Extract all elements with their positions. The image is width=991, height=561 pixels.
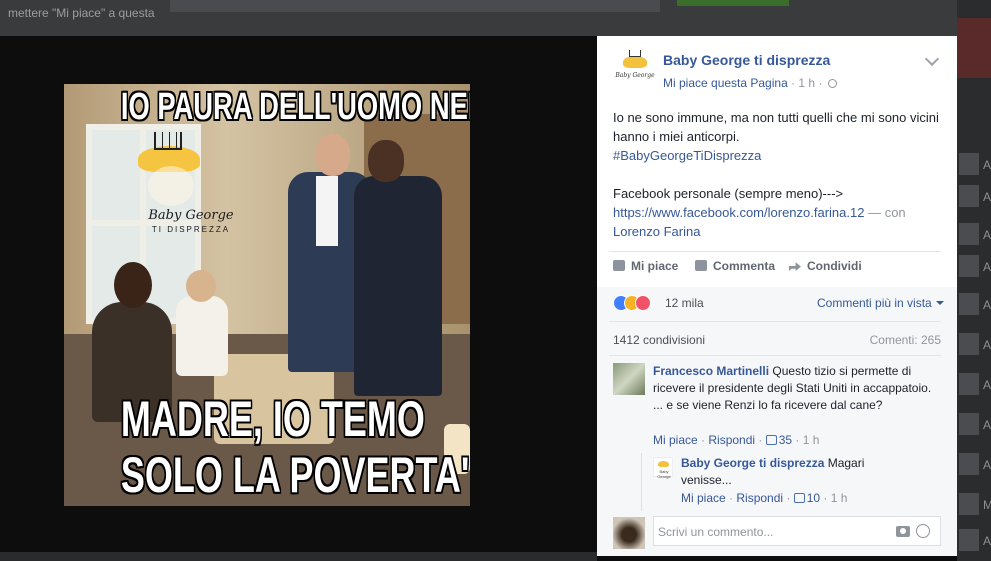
background-search-area: [170, 0, 660, 12]
post-feedback: 12 mila Commenti più in vista 1412 condi…: [597, 287, 957, 556]
comment-likes-count[interactable]: 35: [765, 433, 792, 447]
crown-icon: [154, 132, 182, 150]
background-right-sidebar: A A A A A A A A A M A: [957, 0, 991, 561]
comment-author-link[interactable]: Francesco Martinelli: [653, 364, 769, 378]
divider: [609, 251, 941, 252]
commenter-avatar[interactable]: [613, 363, 645, 395]
share-button[interactable]: Condividi: [789, 259, 862, 273]
post-text: Io ne sono immune, ma non tutti quelli c…: [613, 110, 939, 239]
post-actions: Mi piace Commenta Condividi: [613, 257, 943, 279]
comment-icon: [695, 260, 707, 271]
background-chat-contact: A: [957, 220, 991, 250]
background-chat-contact: A: [957, 290, 991, 320]
reply-author-avatar[interactable]: Baby George: [653, 457, 673, 479]
background-chat-contact: A: [957, 370, 991, 400]
comment-like-link[interactable]: Mi piace: [653, 433, 698, 447]
comment-input-placeholder: Scrivi un commento...: [658, 525, 774, 539]
meme-bottom-caption-line1: MADRE, IO TEMO: [120, 391, 425, 447]
meme-top-caption: IO PAURA DELL'UOMO NERO?: [120, 86, 470, 128]
reply-comment: Baby George ti disprezza Magari venisse.…: [681, 456, 865, 487]
globe-icon: [827, 79, 837, 88]
camera-icon[interactable]: [896, 526, 910, 537]
background-chat-contact: A: [957, 150, 991, 180]
like-page-link[interactable]: Mi piace questa Pagina: [663, 76, 788, 90]
background-green-button: [677, 0, 789, 6]
post-header: Baby George Baby George ti disprezza Mi …: [597, 36, 957, 98]
thumbs-up-icon: [613, 260, 625, 271]
background-chat-contact: A: [957, 450, 991, 480]
chevron-down-icon[interactable]: [924, 51, 940, 67]
background-chat-contact: A: [957, 526, 991, 556]
comment-reply-link[interactable]: Rispondi: [736, 491, 783, 505]
background-chat-contact: M: [957, 490, 991, 520]
tagged-user-link[interactable]: Lorenzo Farina: [613, 224, 700, 239]
like-button[interactable]: Mi piace: [613, 259, 678, 273]
hashtag-link[interactable]: #BabyGeorgeTiDisprezza: [613, 148, 761, 163]
background-footer: [0, 552, 597, 561]
share-icon: [789, 262, 801, 271]
facebook-profile-link[interactable]: https://www.facebook.com/lorenzo.farina.…: [613, 205, 864, 220]
background-chat-contact: A: [957, 182, 991, 212]
background-like-prompt: mettere "Mi piace" a questa: [8, 6, 155, 20]
background-chat-contact: A: [957, 410, 991, 440]
baby-george-watermark: Baby George TI DISPREZZA: [120, 132, 260, 242]
comment-actions: Mi piace · Rispondi · 10 · 1 h: [681, 491, 848, 505]
meme-bottom-caption-line2: SOLO LA POVERTA': [120, 447, 470, 503]
thumbs-up-icon: [793, 493, 805, 503]
comment-button[interactable]: Commenta: [695, 259, 775, 273]
page-name-link[interactable]: Baby George ti disprezza: [663, 52, 830, 68]
love-reaction-icon: [635, 295, 651, 311]
shares-count[interactable]: 1412 condivisioni: [613, 333, 705, 347]
post-panel: Baby George Baby George ti disprezza Mi …: [597, 36, 957, 556]
thumbs-up-icon: [765, 435, 777, 445]
comment-reply-link[interactable]: Rispondi: [708, 433, 755, 447]
comment-like-link[interactable]: Mi piace: [681, 491, 726, 505]
reactions-count[interactable]: 12 mila: [665, 296, 704, 310]
crown-icon: [629, 50, 641, 57]
comment-actions: Mi piace · Rispondi · 35 · 1 h: [653, 433, 820, 447]
comment: Francesco Martinelli Questo tizio si per…: [653, 364, 932, 412]
background-chat-contact: A: [957, 252, 991, 282]
comments-count: Comenti: 265: [869, 333, 941, 347]
background-page-header: mettere "Mi piace" a questa: [0, 0, 991, 36]
child-in-bathrobe-figure: [176, 296, 228, 376]
comment-likes-count[interactable]: 10: [793, 491, 820, 505]
post-photo[interactable]: Baby George TI DISPREZZA IO PAURA DELL'U…: [64, 84, 470, 506]
page-avatar[interactable]: Baby George: [615, 48, 655, 88]
comments-order-dropdown[interactable]: Commenti più in vista: [817, 296, 944, 310]
current-user-avatar: [613, 517, 645, 549]
comment-input[interactable]: Scrivi un commento...: [653, 516, 941, 546]
post-meta: Mi piace questa Pagina · 1 h ·: [663, 76, 837, 90]
post-time[interactable]: 1 h: [798, 76, 815, 90]
background-ad-image: [957, 18, 991, 78]
comment-author-link[interactable]: Baby George ti disprezza: [681, 456, 824, 470]
caret-down-icon: [935, 301, 944, 305]
second-man-in-suit-figure: [354, 176, 442, 396]
emoji-icon[interactable]: [916, 524, 930, 538]
background-chat-contact: A: [957, 330, 991, 360]
